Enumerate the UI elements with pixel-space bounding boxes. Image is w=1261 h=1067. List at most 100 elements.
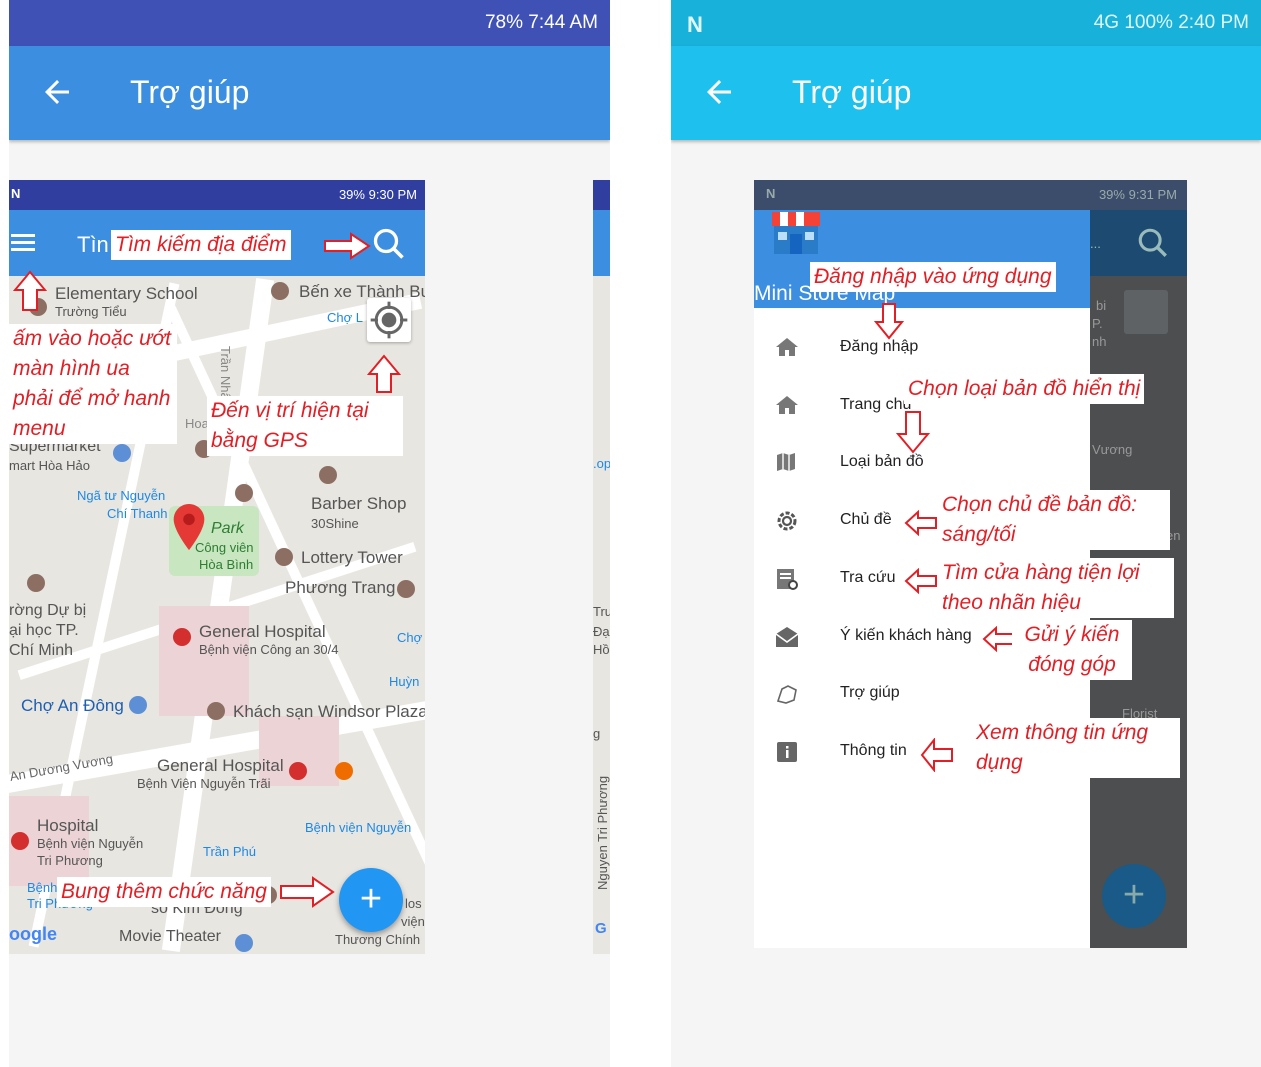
map-label: Khách sạn Windsor Plaza [233, 702, 425, 721]
search-list-icon [777, 568, 798, 590]
drawer-menu-label: Trợ giúp [840, 684, 900, 702]
map-label: los [405, 896, 422, 911]
drawer-menu-item[interactable]: Đăng nhập [754, 320, 1090, 378]
map-label: Lottery Tower [301, 548, 403, 567]
map-label: .op [593, 456, 610, 471]
app-bar: Trợ giúp [9, 46, 610, 140]
search-icon [1138, 228, 1167, 257]
inner-status-bar: N 39% 9:30 PM [9, 180, 425, 210]
arrow-down-icon [874, 303, 904, 340]
school-poi-icon [235, 484, 253, 502]
google-logo: oogle [9, 924, 57, 944]
inner-status-bar: N 39% 9:31 PM [754, 180, 1187, 210]
status-text: 78% 7:44 AM [484, 12, 598, 33]
map-label: Bệnh viện Nguyễn [37, 836, 144, 851]
bg-label: P. [1092, 316, 1103, 331]
school-poi-icon [27, 574, 45, 592]
map-label: Trần Phú [203, 844, 256, 859]
annotation-map-type: Chọn loại bản đồ hiển thị [904, 374, 1145, 404]
mail-icon [775, 626, 799, 647]
map-label: Bệnh viện Công an 30/4 [199, 642, 339, 657]
search-icon[interactable] [371, 226, 407, 262]
poi-icon [319, 466, 337, 484]
annotation-expand: Bung thêm chức năng [57, 877, 271, 907]
map-label: mart Hòa Hảo [9, 458, 90, 473]
drawer-menu-label: Chủ đề [840, 511, 892, 529]
hamburger-menu-icon[interactable] [11, 232, 37, 254]
map-icon [777, 453, 795, 472]
annotation-login: Đăng nhập vào ứng dụng [810, 262, 1056, 292]
shop-poi-icon [113, 444, 131, 462]
inner-status-text: 39% 9:30 PM [338, 187, 417, 202]
bg-label: bi [1096, 298, 1107, 313]
arrow-left-icon [904, 568, 937, 594]
bus-poi-icon [397, 580, 415, 598]
toolbar-title: Tìn [77, 232, 109, 257]
arrow-right-icon [324, 232, 371, 260]
hospital-poi-icon [11, 832, 29, 850]
inner-status-text: 39% 9:31 PM [1098, 187, 1177, 202]
drawer-menu-label: Đăng nhập [840, 338, 919, 355]
bus-poi-icon [271, 282, 289, 300]
map-label: Hoa [185, 416, 209, 431]
drawer-menu-label: Ý kiến khách hàng [840, 626, 972, 644]
my-location-button[interactable] [367, 298, 411, 342]
map-label: General Hospital [157, 756, 284, 775]
back-arrow-icon[interactable] [39, 74, 75, 110]
right-help-screen: N 4G 100% 2:40 PM Trợ giúp ... bi P. nh … [671, 0, 1261, 1067]
page-title: Trợ giúp [792, 74, 912, 110]
drawer-menu-label: Loại bản đồ [840, 453, 924, 471]
home-icon [776, 338, 798, 356]
shop-poi-icon [129, 696, 147, 714]
drawer-header: Mini Store Map [754, 210, 1090, 308]
arrow-left-icon [904, 510, 937, 536]
hospital-poi-icon [289, 762, 307, 780]
drawer-menu-label: Tra cứu [840, 568, 896, 586]
poi-icon [275, 548, 293, 566]
status-bar: 78% 7:44 AM [9, 0, 610, 46]
status-bar: N 4G 100% 2:40 PM [671, 0, 1261, 46]
store-logo-icon [772, 212, 820, 254]
map-label: g [593, 726, 601, 741]
map-label: Park [211, 520, 244, 537]
map-label: General Hospital [199, 622, 326, 641]
arrow-up-icon [367, 354, 401, 393]
map-label: Hòa Bình [199, 557, 254, 572]
map-label: Hồ [593, 642, 610, 657]
movie-poi-icon [235, 934, 253, 952]
arrow-down-icon [896, 411, 930, 454]
arrow-up-icon [13, 270, 47, 311]
map-label: Movie Theater [119, 928, 221, 945]
back-arrow-icon[interactable] [701, 74, 737, 110]
settings-icon [777, 511, 797, 531]
page-title: Trợ giúp [130, 74, 250, 110]
left-help-screen: 78% 7:44 AM Trợ giúp N 39% 9:30 PM Tìn E… [9, 0, 610, 1067]
notification-icon: N [766, 186, 776, 201]
cafe-poi-icon [335, 762, 353, 780]
app-bar: Trợ giúp [671, 46, 1261, 140]
map-label: rờng Dự bị [9, 602, 87, 619]
map-label: ại học TP. [9, 622, 79, 639]
map-label: Tri Phương [37, 853, 103, 868]
map-label: Đạ [593, 624, 610, 639]
expand-fab-button[interactable]: + [339, 868, 403, 932]
status-text: 4G 100% 2:40 PM [1093, 12, 1249, 33]
help-hand-icon [776, 685, 797, 705]
annotation-feedback: Gửi ý kiến đóng góp [1012, 620, 1132, 680]
map-screenshot: N 39% 9:30 PM Tìn Elementary School Trườ… [9, 180, 425, 954]
map-label: Bệnh viện Nguyễn [305, 820, 412, 835]
annotation-gps: Đến vị trí hiện tại bằng GPS [207, 396, 403, 456]
map-label: 30Shine [311, 516, 359, 531]
info-icon [777, 741, 797, 762]
map-label: Barber Shop [311, 494, 407, 513]
drawer-screenshot: ... bi P. nh Vương en Florist + N 39% 9:… [754, 180, 1187, 948]
map-label: Chợ [397, 630, 423, 645]
bg-label: ... [1090, 236, 1101, 251]
map-label: Hospital [37, 816, 99, 835]
bg-label: nh [1092, 334, 1107, 349]
annotation-menu: ấm vào hoặc ướt màn hình ua phải để mở h… [9, 324, 177, 444]
map-label: Trường Tiểu [55, 304, 127, 319]
map-label: Elementary School [55, 284, 198, 303]
map-label: Bệnh [27, 880, 58, 895]
map-label: Thương Chính [335, 932, 421, 947]
